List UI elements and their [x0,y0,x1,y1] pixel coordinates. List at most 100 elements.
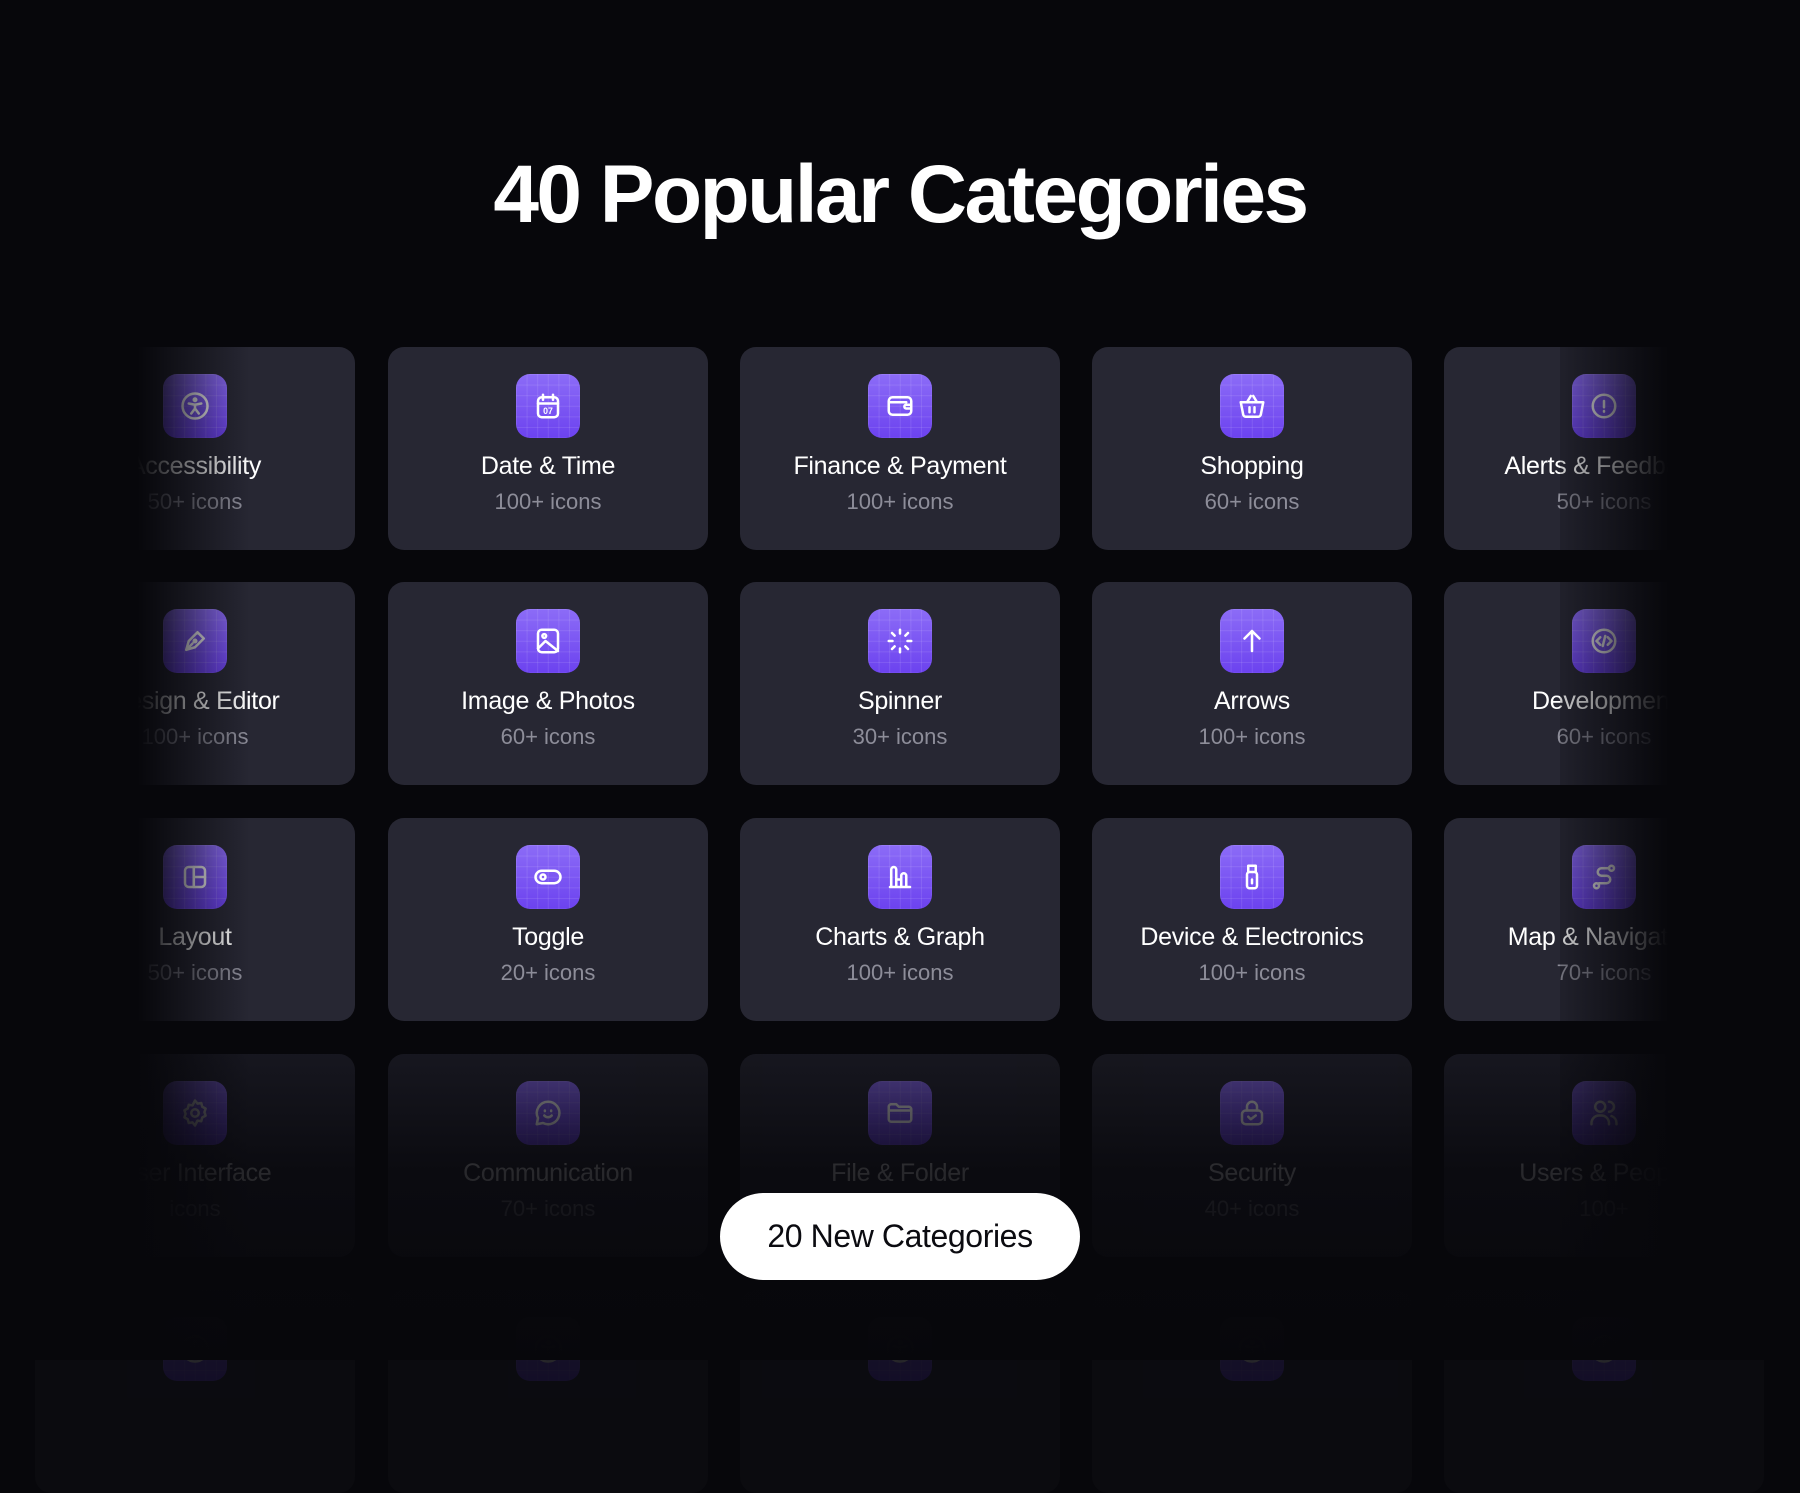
category-icon-tile [1572,374,1636,438]
category-icon-count: 100+ icons [494,489,602,514]
category-icon-tile [516,1081,580,1145]
category-icon-count: icons [169,1196,221,1221]
category-icon-tile [1220,1081,1284,1145]
image-icon [533,626,563,656]
gear-icon [180,1098,210,1128]
category-icon-count: 100+ icons [846,960,954,985]
category-icon-count: 50+ icons [147,960,243,985]
category-grid: Accessibility 50+ icons 07 Date & Time 100+ … [0,0,1800,1493]
category-icon-tile [1572,845,1636,909]
category-icon-tile [1220,845,1284,909]
category-name: Communication [463,1159,633,1187]
category-icon-count: 20+ icons [500,960,596,985]
category-name: Charts & Graph [815,923,985,951]
category-name: Toggle [512,923,584,951]
category-card[interactable]: Charts & Graph 100+ icons [740,818,1060,1021]
basket-icon [1237,391,1267,421]
category-icon-count: 100+ icons [141,724,249,749]
category-card[interactable]: Toggle 20+ icons [388,818,708,1021]
usb-drive-icon [1237,862,1267,892]
category-icon-tile [1220,1317,1284,1381]
pen-tool-icon [180,626,210,656]
category-card[interactable]: Users & People 100+ [1444,1054,1764,1257]
alert-circle-icon [1589,391,1619,421]
category-icon-count: 50+ icons [1556,489,1652,514]
category-name: Arrows [1214,687,1290,715]
category-name: Shopping [1200,452,1304,480]
category-icon-count: 40+ icons [1204,1196,1300,1221]
category-icon-tile [1220,609,1284,673]
spinner-icon [885,626,915,656]
chart-icon [885,862,915,892]
category-name: Spinner [857,687,943,715]
category-icon-tile [868,845,932,909]
category-card[interactable] [1444,1290,1764,1493]
chat-icon [533,1098,563,1128]
category-card[interactable]: Accessibility 50+ icons [35,347,355,550]
new-categories-button[interactable]: 20 New Categories [720,1193,1080,1280]
svg-text:07: 07 [543,406,553,416]
category-card[interactable]: Security 40+ icons [1092,1054,1412,1257]
category-icon-tile [1572,1317,1636,1381]
arrow-up-icon [1237,626,1267,656]
category-icon-tile [868,1317,932,1381]
category-icon-tile [868,609,932,673]
category-name: Device & Electronics [1140,923,1364,951]
category-icon-tile [1572,609,1636,673]
category-card[interactable]: Design & Editor 100+ icons [35,582,355,785]
category-name: Map & Navigation [1507,923,1701,951]
category-icon-count: 70+ icons [500,1196,596,1221]
lock-icon [1237,1098,1267,1128]
category-icon-tile [516,609,580,673]
category-card[interactable]: Communication 70+ icons [388,1054,708,1257]
category-name: Users & People [1519,1159,1689,1187]
users-icon [1589,1098,1619,1128]
category-icon-count: 100+ icons [846,489,954,514]
category-icon-count: 30+ icons [852,724,948,749]
category-name: User Interface [118,1159,272,1187]
category-card[interactable] [1092,1290,1412,1493]
category-card[interactable]: Map & Navigation 70+ icons [1444,818,1764,1021]
category-card[interactable]: Development 60+ icons [1444,582,1764,785]
category-name: Alerts & Feedback [1504,452,1704,480]
toggle-icon [533,862,563,892]
category-icon-count: 70+ icons [1556,960,1652,985]
category-card[interactable]: Device & Electronics 100+ icons [1092,818,1412,1021]
category-name: Accessibility [128,452,262,480]
category-icon-tile [163,609,227,673]
wallet-icon [885,391,915,421]
category-name: Security [1208,1159,1296,1187]
category-card[interactable] [35,1290,355,1493]
category-card[interactable]: Shopping 60+ icons [1092,347,1412,550]
category-name: Development [1531,687,1676,715]
calendar-icon: 07 [533,391,563,421]
category-icon-tile [163,1317,227,1381]
category-icon-count: 60+ icons [1204,489,1300,514]
category-card[interactable]: Layout 50+ icons [35,818,355,1021]
category-icon-tile [163,374,227,438]
category-icon-tile [868,1081,932,1145]
category-icon-tile [1572,1081,1636,1145]
category-name: File & Folder [831,1159,969,1187]
category-card[interactable]: Spinner 30+ icons [740,582,1060,785]
accessibility-icon [180,391,210,421]
category-icon-count: 60+ icons [500,724,596,749]
category-card[interactable]: Finance & Payment 100+ icons [740,347,1060,550]
category-icon-tile [163,1081,227,1145]
folder-icon [885,1098,915,1128]
category-card[interactable] [740,1290,1060,1493]
category-icon-count: 100+ icons [1198,724,1306,749]
category-icon-count: 60+ icons [1556,724,1652,749]
category-name: Layout [158,923,232,951]
category-card[interactable] [388,1290,708,1493]
category-name: Image & Photos [461,687,635,715]
category-name: Date & Time [480,452,616,480]
category-card[interactable]: User Interface icons [35,1054,355,1257]
category-card[interactable]: 07 Date & Time 100+ icons [388,347,708,550]
category-icon-tile [868,374,932,438]
layout-icon [180,862,210,892]
category-icon-count: 100+ icons [1198,960,1306,985]
category-card[interactable]: Image & Photos 60+ icons [388,582,708,785]
category-card[interactable]: Arrows 100+ icons [1092,582,1412,785]
category-card[interactable]: Alerts & Feedback 50+ icons [1444,347,1764,550]
